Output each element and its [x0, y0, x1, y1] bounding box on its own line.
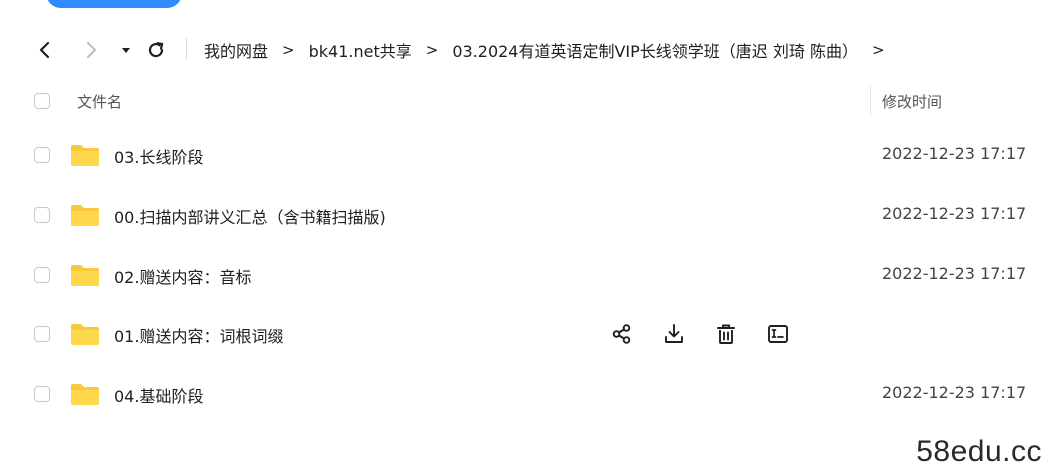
file-row[interactable]: 00.扫描内部讲义汇总（含书籍扫描版) 2022-12-23 17:17	[0, 191, 1056, 239]
row-checkbox[interactable]	[34, 147, 50, 163]
file-row[interactable]: 04.基础阶段 2022-12-23 17:17	[0, 370, 1056, 418]
download-button[interactable]	[662, 322, 686, 346]
select-all-checkbox[interactable]	[34, 93, 50, 109]
breadcrumb: 我的网盘 > bk41.net共享 > 03.2024有道英语定制VIP长线领学…	[204, 30, 899, 70]
upload-button[interactable]	[46, 0, 182, 8]
rename-button[interactable]	[766, 322, 790, 346]
row-checkbox[interactable]	[34, 386, 50, 402]
refresh-icon	[148, 42, 164, 58]
column-divider[interactable]	[870, 86, 871, 116]
row-actions	[610, 322, 790, 346]
breadcrumb-separator: >	[425, 41, 439, 59]
caret-down-icon	[122, 48, 130, 53]
file-row[interactable]: 02.赠送内容：音标 2022-12-23 17:17	[0, 251, 1056, 299]
column-header-modified-time[interactable]: 修改时间	[882, 91, 942, 112]
delete-icon	[717, 324, 735, 344]
folder-icon	[71, 324, 99, 345]
file-row-hovered[interactable]: 01.赠送内容：词根词缀	[0, 310, 1056, 358]
watermark: 58edu.cc	[916, 435, 1042, 468]
share-button[interactable]	[610, 322, 634, 346]
file-name[interactable]: 01.赠送内容：词根词缀	[114, 323, 283, 347]
modified-time: 2022-12-23 17:17	[882, 264, 1027, 283]
chevron-right-icon	[87, 42, 96, 58]
file-list-header: 文件名 修改时间	[0, 82, 1056, 120]
file-name[interactable]: 04.基础阶段	[114, 383, 203, 407]
breadcrumb-item-current[interactable]: 03.2024有道英语定制VIP长线领学班（唐迟 刘琦 陈曲）	[452, 38, 858, 62]
delete-button[interactable]	[714, 322, 738, 346]
chevron-left-icon	[39, 41, 50, 59]
breadcrumb-item[interactable]: 我的网盘	[204, 38, 268, 62]
file-row[interactable]: 03.长线阶段 2022-12-23 17:17	[0, 131, 1056, 179]
row-checkbox[interactable]	[34, 326, 50, 342]
download-icon	[665, 324, 683, 343]
folder-icon	[71, 205, 99, 226]
folder-icon	[71, 145, 99, 166]
file-name[interactable]: 03.长线阶段	[114, 144, 203, 168]
file-name[interactable]: 02.赠送内容：音标	[114, 264, 251, 288]
row-checkbox[interactable]	[34, 207, 50, 223]
modified-time: 2022-12-23 17:17	[882, 383, 1027, 402]
breadcrumb-separator: >	[871, 41, 885, 59]
breadcrumb-separator: >	[282, 41, 295, 59]
modified-time: 2022-12-23 17:17	[882, 204, 1027, 223]
forward-button[interactable]	[79, 38, 103, 62]
share-icon	[612, 324, 631, 344]
refresh-button[interactable]	[144, 38, 168, 62]
breadcrumb-item[interactable]: bk41.net共享	[309, 38, 412, 62]
history-dropdown-button[interactable]	[114, 38, 138, 62]
row-checkbox[interactable]	[34, 267, 50, 283]
back-button[interactable]	[33, 38, 57, 62]
nav-divider	[186, 38, 187, 60]
file-name[interactable]: 00.扫描内部讲义汇总（含书籍扫描版)	[114, 204, 386, 228]
navigation-bar: 我的网盘 > bk41.net共享 > 03.2024有道英语定制VIP长线领学…	[0, 30, 1056, 70]
folder-icon	[71, 384, 99, 405]
column-header-name[interactable]: 文件名	[77, 91, 122, 112]
rename-icon	[768, 325, 788, 343]
folder-icon	[71, 265, 99, 286]
modified-time: 2022-12-23 17:17	[882, 144, 1027, 163]
